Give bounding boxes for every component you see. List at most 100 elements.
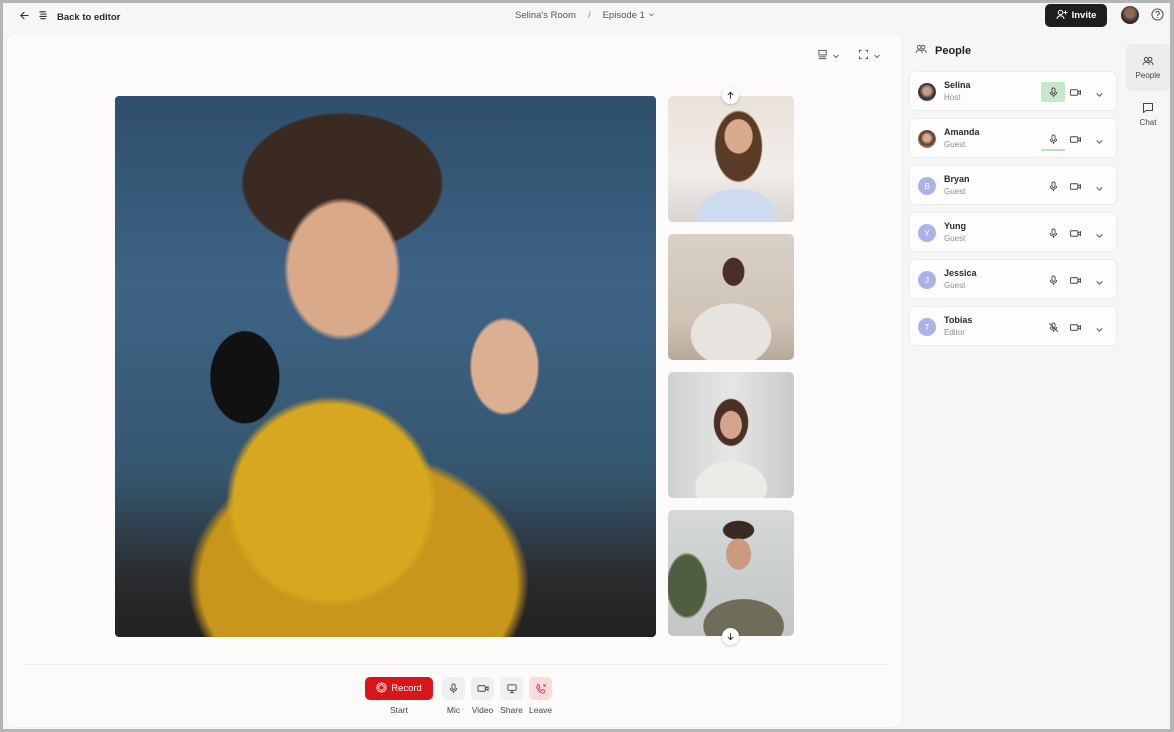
- camera-toggle[interactable]: [1069, 132, 1082, 150]
- avatar: J: [918, 271, 936, 289]
- arrow-left-icon: [19, 8, 30, 26]
- rail-chat-label: Chat: [1139, 118, 1157, 127]
- side-rail: People Chat: [1126, 44, 1170, 138]
- participant-tile[interactable]: [668, 510, 794, 636]
- participant-menu-chevron[interactable]: [1095, 227, 1104, 245]
- mic-caption: Mic: [446, 705, 461, 715]
- participant-menu-chevron[interactable]: [1095, 133, 1104, 151]
- invite-label: Invite: [1071, 10, 1097, 21]
- participant-name: Bryan: [944, 174, 970, 184]
- participant-name: Selina: [944, 80, 971, 90]
- video-button[interactable]: Video: [471, 677, 494, 715]
- participant-tile[interactable]: [668, 372, 794, 498]
- participant-name: Yung: [944, 221, 966, 231]
- video-camera-icon: [1070, 230, 1081, 237]
- chevron-down-icon: [1096, 140, 1103, 144]
- editor-icon: [38, 8, 49, 26]
- participant-menu-chevron[interactable]: [1095, 321, 1104, 339]
- back-to-editor-label: Back to editor: [57, 11, 121, 23]
- chevron-down-icon: [873, 47, 881, 65]
- mic-toggle[interactable]: [1041, 82, 1065, 102]
- video-camera-icon: [1070, 277, 1081, 284]
- video-camera-icon: [477, 685, 488, 692]
- avatar: [918, 83, 936, 101]
- mic-icon: [1049, 274, 1057, 285]
- chevron-down-icon: [832, 47, 840, 65]
- episode-label: Episode 1: [602, 10, 645, 21]
- video-camera-icon: [1070, 324, 1081, 331]
- mic-toggle[interactable]: [1041, 176, 1065, 196]
- chevron-down-icon: [1096, 328, 1103, 332]
- participant-role: Guest: [944, 281, 966, 290]
- phone-hangup-icon: [535, 683, 546, 694]
- chevron-down-icon: [1096, 187, 1103, 191]
- avatar: B: [918, 177, 936, 195]
- people-icon: [915, 44, 927, 58]
- participant-menu-chevron[interactable]: [1095, 86, 1104, 104]
- mic-toggle[interactable]: [1041, 317, 1065, 337]
- fullscreen-button[interactable]: [858, 47, 881, 65]
- panel-title: People: [935, 45, 972, 57]
- user-avatar[interactable]: [1121, 6, 1139, 24]
- participant-name: Jessica: [944, 268, 977, 278]
- people-panel: People Selina Host Amanda Guest B Bryan …: [906, 34, 1120, 727]
- participant-row[interactable]: B Bryan Guest: [909, 165, 1117, 205]
- camera-toggle[interactable]: [1069, 273, 1082, 291]
- rail-tab-people[interactable]: People: [1126, 44, 1170, 91]
- record-caption: Start: [390, 705, 408, 715]
- participant-row[interactable]: Y Yung Guest: [909, 212, 1117, 252]
- scroll-up-button[interactable]: [722, 87, 739, 104]
- chat-icon: [1143, 103, 1153, 113]
- mic-button[interactable]: Mic: [442, 677, 465, 715]
- leave-caption: Leave: [529, 705, 553, 715]
- chevron-down-icon: [1096, 234, 1103, 238]
- participant-row[interactable]: J Jessica Guest: [909, 259, 1117, 299]
- chevron-down-icon: [648, 10, 655, 21]
- stage-controls: [817, 47, 881, 65]
- main-video-feed[interactable]: [115, 96, 656, 637]
- video-camera-icon: [1070, 136, 1081, 143]
- participant-row[interactable]: Amanda Guest: [909, 118, 1117, 158]
- controls-divider: [25, 664, 887, 665]
- avatar: T: [918, 318, 936, 336]
- invite-button[interactable]: Invite: [1045, 4, 1107, 27]
- mic-toggle[interactable]: [1041, 223, 1065, 243]
- record-button[interactable]: Record Start: [365, 677, 433, 715]
- mic-icon: [1049, 133, 1057, 144]
- mic-off-icon: [1048, 321, 1058, 332]
- breadcrumb: Selina's Room / Episode 1: [515, 10, 655, 21]
- back-to-editor-button[interactable]: Back to editor: [19, 8, 120, 26]
- participant-role: Guest: [944, 187, 966, 196]
- participant-role: Guest: [944, 234, 966, 243]
- camera-toggle[interactable]: [1069, 226, 1082, 244]
- help-icon[interactable]: [1151, 8, 1164, 26]
- participant-tile[interactable]: [668, 234, 794, 360]
- leave-button[interactable]: Leave: [529, 677, 552, 715]
- breadcrumb-separator: /: [587, 10, 591, 21]
- participant-tile[interactable]: [668, 96, 794, 222]
- room-name: Selina's Room: [515, 10, 576, 21]
- mic-toggle[interactable]: [1041, 270, 1065, 290]
- app-window: Back to editor Selina's Room / Episode 1…: [3, 3, 1170, 729]
- rail-tab-chat[interactable]: Chat: [1126, 91, 1170, 138]
- participant-menu-chevron[interactable]: [1095, 180, 1104, 198]
- participant-role: Guest: [944, 140, 966, 149]
- camera-toggle[interactable]: [1069, 320, 1082, 338]
- mic-toggle[interactable]: [1041, 129, 1065, 151]
- arrow-down-icon: [727, 633, 734, 641]
- share-button[interactable]: Share: [500, 677, 523, 715]
- layout-button[interactable]: [817, 47, 840, 65]
- episode-dropdown[interactable]: Episode 1: [603, 10, 655, 21]
- video-stage: Record Start Mic Video Share Leave: [7, 34, 902, 727]
- camera-toggle[interactable]: [1069, 85, 1082, 103]
- avatar: [918, 130, 936, 148]
- camera-toggle[interactable]: [1069, 179, 1082, 197]
- participant-menu-chevron[interactable]: [1095, 274, 1104, 292]
- record-label: Record: [391, 683, 422, 694]
- participant-row[interactable]: T Tobias Editor: [909, 306, 1117, 346]
- participant-name: Amanda: [944, 127, 980, 137]
- scroll-down-button[interactable]: [722, 628, 739, 645]
- participant-row[interactable]: Selina Host: [909, 71, 1117, 111]
- rail-people-label: People: [1135, 70, 1161, 80]
- record-icon: [376, 681, 387, 696]
